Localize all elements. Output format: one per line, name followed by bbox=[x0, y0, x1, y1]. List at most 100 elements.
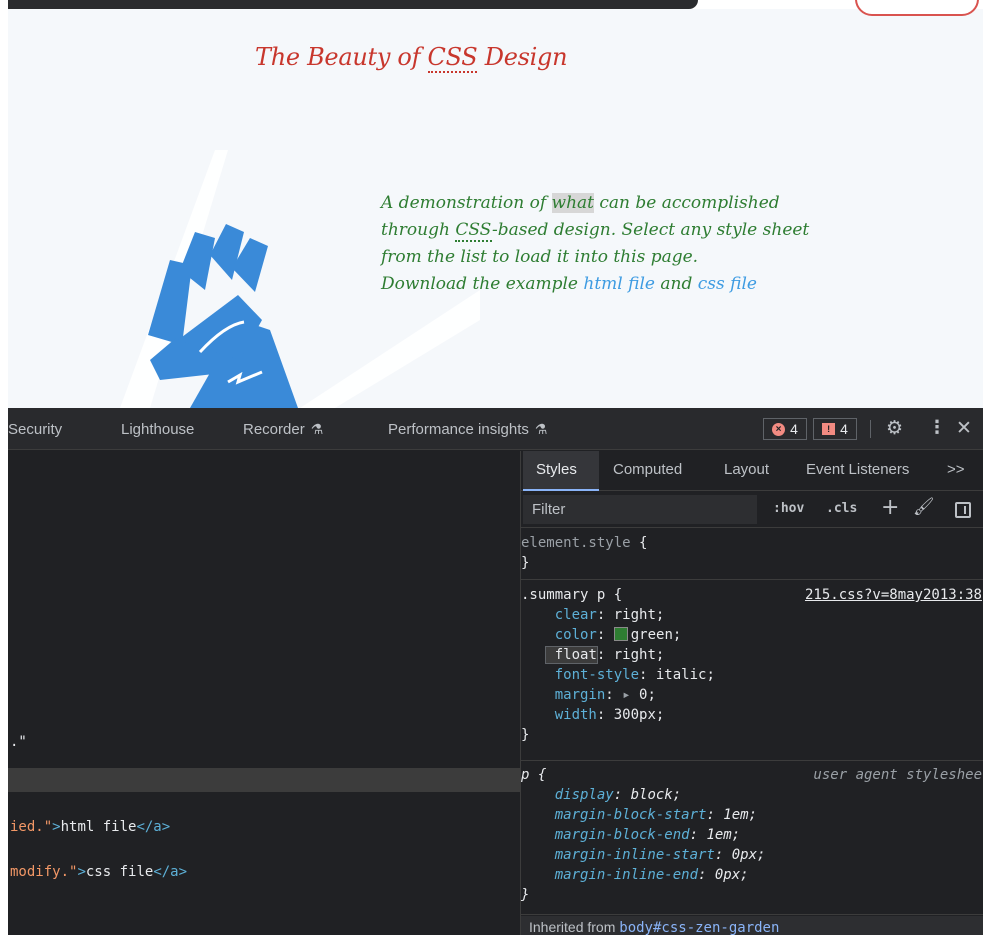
warning-count: 4 bbox=[840, 421, 848, 437]
color-swatch[interactable] bbox=[613, 627, 628, 641]
blue-hand-icon bbox=[148, 224, 298, 408]
css-file-link[interactable]: css file bbox=[698, 274, 757, 294]
issue-icon: ! bbox=[822, 423, 836, 435]
tab-performance-insights-label: Performance insights bbox=[388, 421, 529, 438]
open-brace: { bbox=[605, 587, 623, 603]
closing-tag: </a> bbox=[153, 864, 188, 880]
summary-text: and bbox=[654, 274, 698, 294]
webpage-viewport: The Beauty of CSS Design A demonstration… bbox=[0, 0, 983, 408]
toggle-sidebar-icon[interactable] bbox=[955, 502, 971, 518]
property-name[interactable]: clear bbox=[555, 607, 597, 623]
property-name: margin-inline-start bbox=[554, 847, 715, 863]
property-name[interactable]: width bbox=[555, 707, 597, 723]
inherited-label: Inherited from bbox=[529, 919, 620, 935]
summary-text: from the list to load it into this page. bbox=[381, 247, 699, 267]
tab-layout[interactable]: Layout bbox=[724, 461, 769, 478]
summary-text: Download the example bbox=[381, 274, 584, 294]
summary-text: -based design. Select any style sheet bbox=[491, 220, 810, 240]
html-link-node[interactable]: ied.">html file</a> bbox=[10, 819, 170, 835]
node-text: html file bbox=[60, 819, 137, 835]
open-brace: { bbox=[630, 535, 648, 551]
more-tabs-icon[interactable]: >> bbox=[947, 461, 965, 478]
property-name: margin-inline-end bbox=[554, 867, 699, 883]
tag-bracket: > bbox=[52, 819, 61, 835]
user-agent-source: user agent styleshee bbox=[813, 767, 982, 783]
tab-lighthouse[interactable]: Lighthouse bbox=[121, 421, 194, 438]
property-value[interactable]: right; bbox=[614, 647, 665, 663]
summary-text: can be accomplished bbox=[594, 193, 780, 213]
new-rule-plus-icon[interactable]: + bbox=[881, 495, 899, 520]
tab-computed[interactable]: Computed bbox=[613, 461, 682, 478]
tab-event-listeners[interactable]: Event Listeners bbox=[806, 461, 909, 478]
user-agent-p-rule: p {user agent styleshee display: block; … bbox=[521, 762, 983, 915]
page-title-suffix: Design bbox=[477, 43, 568, 71]
error-count-badge[interactable]: × 4 bbox=[763, 418, 807, 440]
expand-triangle-icon[interactable]: ▸ bbox=[622, 687, 639, 703]
inherited-section-header: Inherited from body#css-zen-garden bbox=[521, 916, 983, 935]
hov-toggle[interactable]: :hov bbox=[773, 501, 804, 516]
attribute-value: ied." bbox=[10, 819, 53, 835]
page-title: The Beauty of CSS Design bbox=[255, 43, 568, 73]
rule-selector[interactable]: element.style bbox=[521, 535, 631, 551]
tab-recorder-label: Recorder bbox=[243, 421, 305, 438]
warning-count-badge[interactable]: ! 4 bbox=[813, 418, 857, 440]
property-value[interactable]: 0; bbox=[639, 687, 656, 703]
property-value[interactable]: green; bbox=[631, 627, 682, 643]
code-fragment: ." bbox=[10, 734, 27, 750]
property-name: margin-block-end bbox=[554, 827, 690, 843]
styles-toolbar: :hov .cls + 🖌 bbox=[521, 492, 983, 528]
property-name: margin-block-start bbox=[554, 807, 707, 823]
close-brace: } bbox=[521, 555, 530, 571]
tab-recorder[interactable]: Recorder ⚗ bbox=[243, 421, 323, 438]
property-value[interactable]: 300px; bbox=[614, 707, 665, 723]
browser-header-bar bbox=[8, 0, 698, 9]
property-name: display bbox=[554, 787, 614, 803]
styles-sidebar: Styles Computed Layout Event Listeners >… bbox=[520, 451, 983, 935]
property-value[interactable]: right; bbox=[614, 607, 665, 623]
close-icon[interactable]: ✕ bbox=[956, 417, 972, 439]
html-file-link[interactable]: html file bbox=[583, 274, 655, 294]
attribute-value: modify." bbox=[10, 864, 78, 880]
property-value: 0px; bbox=[714, 867, 749, 883]
rule-selector[interactable]: .summary p bbox=[521, 587, 605, 603]
css-abbreviation: CSS bbox=[427, 43, 478, 73]
filter-input[interactable] bbox=[523, 495, 757, 524]
highlighted-word: what bbox=[551, 193, 594, 213]
error-count: 4 bbox=[790, 421, 798, 437]
flask-icon: ⚗ bbox=[534, 421, 548, 437]
css-abbreviation: CSS bbox=[455, 220, 492, 242]
node-text: css file bbox=[85, 864, 154, 880]
tag-bracket: > bbox=[77, 864, 86, 880]
property-value: 1em; bbox=[723, 807, 758, 823]
gear-icon[interactable]: ⚙ bbox=[886, 417, 903, 439]
tab-styles[interactable]: Styles bbox=[536, 461, 577, 478]
open-brace: { bbox=[529, 767, 547, 783]
error-icon: × bbox=[772, 422, 786, 436]
more-options-icon[interactable]: ⋮ bbox=[928, 417, 946, 438]
property-value[interactable]: italic; bbox=[656, 667, 715, 683]
window-left-edge bbox=[0, 0, 8, 935]
property-value: 0px; bbox=[731, 847, 766, 863]
closing-tag: </a> bbox=[136, 819, 171, 835]
tab-performance-insights[interactable]: Performance insights ⚗ bbox=[388, 421, 547, 438]
devtools-panel: Security Lighthouse Recorder ⚗ Performanc… bbox=[8, 408, 983, 935]
property-value: block; bbox=[630, 787, 682, 803]
property-name[interactable]: margin bbox=[555, 687, 606, 703]
tab-security[interactable]: Security bbox=[8, 421, 62, 438]
rendering-emulation-icon[interactable]: 🖌 bbox=[913, 497, 935, 517]
css-link-node[interactable]: modify.">css file</a> bbox=[10, 864, 187, 880]
close-brace: } bbox=[521, 727, 530, 743]
header-pill-button[interactable] bbox=[855, 0, 979, 16]
cls-toggle[interactable]: .cls bbox=[826, 501, 857, 516]
stylesheet-source-link[interactable]: 215.css?v=8may2013:38 bbox=[805, 585, 982, 605]
summary-paragraph: A demonstration of what can be accomplis… bbox=[381, 190, 821, 298]
styles-tab-bar: Styles Computed Layout Event Listeners >… bbox=[521, 451, 983, 491]
property-name[interactable]: color bbox=[555, 627, 597, 643]
property-value: 1em; bbox=[706, 827, 741, 843]
property-name[interactable]: font-style bbox=[555, 667, 639, 683]
elements-tree: ." ied.">html file</a> modify.">css file… bbox=[8, 451, 520, 935]
summary-text: A demonstration of bbox=[381, 193, 552, 213]
property-name-highlighted[interactable]: float bbox=[555, 647, 597, 663]
selected-node-row[interactable] bbox=[8, 768, 520, 792]
inherited-element-link[interactable]: body#css-zen-garden bbox=[619, 920, 779, 935]
